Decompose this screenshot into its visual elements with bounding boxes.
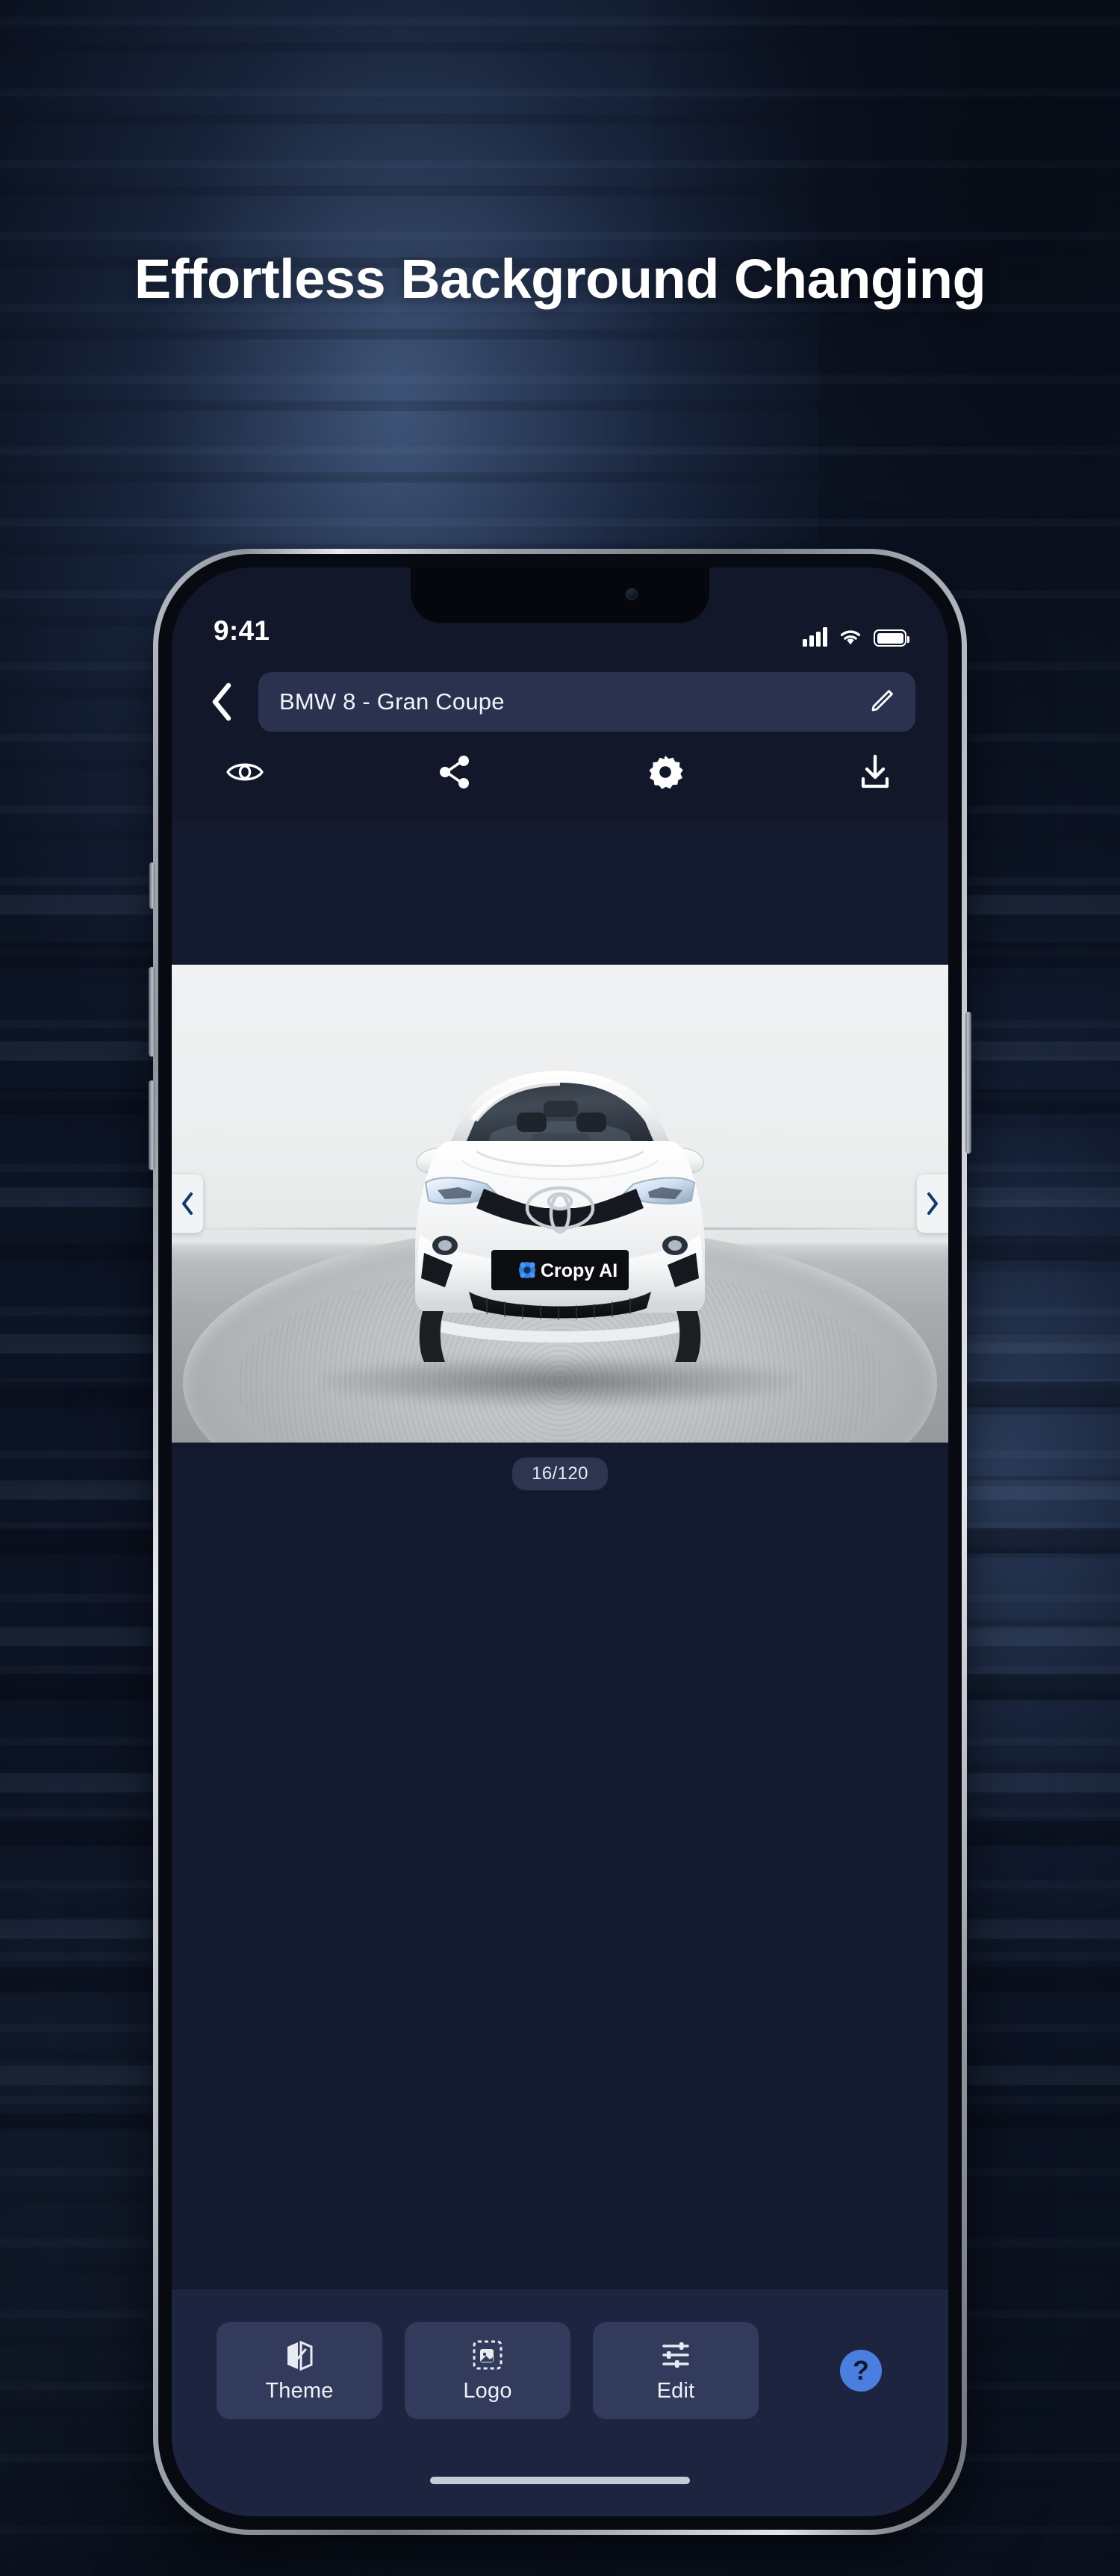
- theme-button-label: Theme: [265, 2378, 334, 2403]
- phone-mockup: 9:41 BMW 8 - Gran Coupe Cropy AI 16/120 …: [149, 549, 971, 2535]
- power-button[interactable]: [965, 1012, 971, 1154]
- gear-icon: [649, 756, 683, 789]
- project-name-field[interactable]: BMW 8 - Gran Coupe: [258, 672, 915, 732]
- vehicle-photo: Cropy AI: [172, 965, 948, 1443]
- svg-text:?: ?: [853, 2355, 869, 2386]
- edit-button-label: Edit: [656, 2378, 695, 2403]
- home-indicator-area: [172, 2445, 948, 2516]
- theme-flip-icon: [284, 2339, 314, 2371]
- volume-down-button[interactable]: [149, 1080, 155, 1170]
- phone-frame: 9:41 BMW 8 - Gran Coupe Cropy AI 16/120 …: [149, 549, 971, 2535]
- home-indicator[interactable]: [430, 2477, 690, 2484]
- settings-button[interactable]: [644, 751, 686, 793]
- download-icon: [861, 754, 889, 788]
- back-button[interactable]: [205, 679, 239, 725]
- project-name-value[interactable]: BMW 8 - Gran Coupe: [279, 688, 856, 715]
- silent-switch[interactable]: [149, 862, 155, 909]
- app-toolbar: [172, 732, 948, 818]
- share-icon: [440, 756, 470, 788]
- bottom-toolbar: Theme Logo Edit ?: [172, 2289, 948, 2445]
- pencil-icon[interactable]: [866, 687, 896, 717]
- edit-button[interactable]: Edit: [593, 2322, 759, 2419]
- volume-up-button[interactable]: [149, 967, 155, 1057]
- previous-image-button[interactable]: [172, 1175, 203, 1233]
- logo-button[interactable]: Logo: [405, 2322, 570, 2419]
- logo-placeholder-icon: [472, 2339, 503, 2371]
- car-illustration: Cropy AI: [415, 1071, 705, 1362]
- promo-headline: Effortless Background Changing: [134, 248, 986, 310]
- front-camera-icon: [626, 588, 638, 600]
- sliders-icon: [660, 2339, 691, 2371]
- cellular-bars-icon: [803, 627, 827, 647]
- logo-button-label: Logo: [463, 2378, 512, 2403]
- phone-notch: [411, 567, 709, 623]
- help-button[interactable]: ?: [838, 2348, 884, 2394]
- theme-button[interactable]: Theme: [217, 2322, 382, 2419]
- phone-screen: 9:41 BMW 8 - Gran Coupe Cropy AI 16/120 …: [172, 567, 948, 2516]
- chevron-right-icon: [927, 1192, 938, 1215]
- status-bar-time: 9:41: [214, 615, 270, 646]
- svg-text:Cropy AI: Cropy AI: [541, 1260, 617, 1281]
- preview-button[interactable]: [224, 751, 266, 793]
- chevron-left-icon: [212, 682, 231, 721]
- help-bubble-icon: ?: [840, 2350, 882, 2392]
- battery-full-icon: [874, 629, 909, 647]
- app-title-bar: BMW 8 - Gran Coupe: [172, 656, 948, 732]
- viewer-canvas: Cropy AI 16/120: [172, 818, 948, 2289]
- eye-icon: [226, 763, 264, 781]
- image-counter-wrap: 16/120: [172, 1443, 948, 1490]
- share-button[interactable]: [434, 751, 476, 793]
- image-counter-badge: 16/120: [512, 1457, 608, 1490]
- next-image-button[interactable]: [917, 1175, 948, 1233]
- status-bar-indicators: [803, 627, 909, 647]
- phone-bezel: 9:41 BMW 8 - Gran Coupe Cropy AI 16/120 …: [158, 554, 962, 2530]
- download-button[interactable]: [854, 751, 896, 793]
- wifi-icon: [840, 630, 861, 645]
- chevron-left-icon: [182, 1192, 193, 1215]
- app-window: 9:41 BMW 8 - Gran Coupe Cropy AI 16/120 …: [172, 567, 948, 2516]
